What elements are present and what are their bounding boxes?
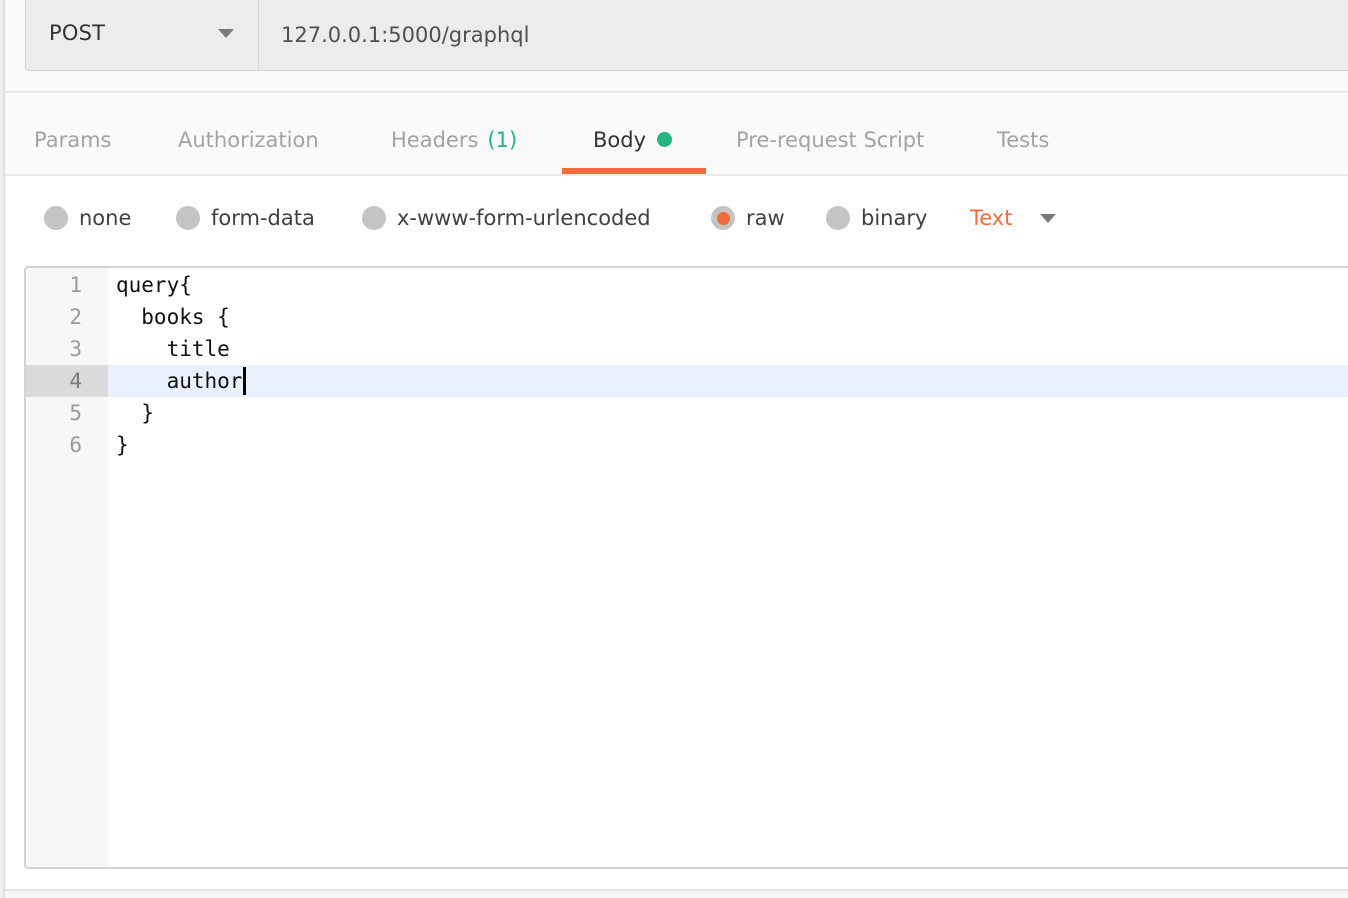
body-type-options: none form-data x-www-form-urlencoded raw… — [5, 178, 1348, 266]
code-line-active[interactable]: 4 author — [26, 365, 1348, 397]
radio-raw[interactable]: raw — [711, 202, 785, 234]
line-text: } — [116, 401, 154, 425]
tab-tests[interactable]: Tests — [997, 95, 1049, 174]
code-line[interactable]: 6 } — [26, 429, 1348, 461]
line-text-content: author — [116, 369, 243, 393]
line-number: 3 — [69, 337, 82, 361]
radio-unchecked-icon[interactable] — [44, 206, 68, 230]
line-text: query{ — [116, 273, 192, 297]
tab-params[interactable]: Params — [34, 95, 112, 174]
radio-label: x-www-form-urlencoded — [397, 206, 651, 230]
body-indicator-dot-icon — [657, 132, 673, 147]
request-tabs: Params Authorization Headers (1) Body Pr… — [5, 95, 1348, 176]
chevron-down-icon — [1040, 213, 1057, 223]
radio-form-data[interactable]: form-data — [176, 202, 315, 234]
text-cursor — [243, 367, 247, 395]
code-line[interactable]: 3 title — [26, 333, 1348, 365]
method-select[interactable]: POST — [26, 0, 259, 70]
line-text: author — [108, 367, 247, 395]
raw-format-select[interactable]: Text — [970, 202, 1057, 234]
code-line[interactable]: 1 query{ — [26, 269, 1348, 301]
line-number: 1 — [69, 273, 82, 297]
active-tab-underline — [562, 168, 706, 174]
url-bar: POST — [25, 0, 1348, 71]
line-number: 4 — [26, 365, 108, 397]
radio-label: none — [79, 206, 132, 230]
tab-authorization[interactable]: Authorization — [178, 95, 319, 174]
radio-unchecked-icon[interactable] — [362, 206, 386, 230]
tab-body[interactable]: Body — [593, 95, 673, 174]
radio-label: binary — [861, 206, 928, 230]
code-line[interactable]: 5 } — [26, 397, 1348, 429]
line-number: 2 — [69, 305, 82, 329]
radio-x-www-form-urlencoded[interactable]: x-www-form-urlencoded — [362, 202, 651, 234]
tab-pre-request-script[interactable]: Pre-request Script — [736, 95, 924, 174]
tab-headers[interactable]: Headers (1) — [391, 95, 517, 174]
line-text: } — [116, 433, 129, 457]
line-text: books { — [116, 305, 230, 329]
tab-label: Authorization — [178, 127, 319, 152]
url-input[interactable] — [259, 0, 1348, 70]
code-line[interactable]: 2 books { — [26, 301, 1348, 333]
line-number: 6 — [69, 433, 82, 457]
radio-binary[interactable]: binary — [826, 202, 927, 234]
radio-label: form-data — [211, 206, 315, 230]
line-text: title — [116, 337, 230, 361]
raw-format-label: Text — [970, 206, 1013, 230]
radio-label: raw — [746, 206, 785, 230]
tab-label: Tests — [997, 127, 1050, 152]
radio-unchecked-icon[interactable] — [826, 206, 850, 230]
bottom-divider — [5, 889, 1348, 898]
body-code-editor[interactable]: 1 query{ 2 books { 3 title 4 author 5 } … — [24, 266, 1348, 869]
radio-none[interactable]: none — [44, 202, 131, 234]
request-url-area: POST — [5, 0, 1348, 93]
radio-unchecked-icon[interactable] — [176, 206, 200, 230]
headers-count-badge: (1) — [487, 127, 518, 152]
tab-label: Pre-request Script — [736, 127, 925, 152]
tab-label: Headers — [391, 127, 479, 152]
tab-label: Body — [593, 127, 647, 152]
radio-checked-icon[interactable] — [711, 206, 735, 230]
tab-label: Params — [34, 127, 112, 152]
method-label: POST — [49, 21, 106, 45]
chevron-down-icon — [218, 28, 234, 38]
line-number: 5 — [69, 401, 82, 425]
